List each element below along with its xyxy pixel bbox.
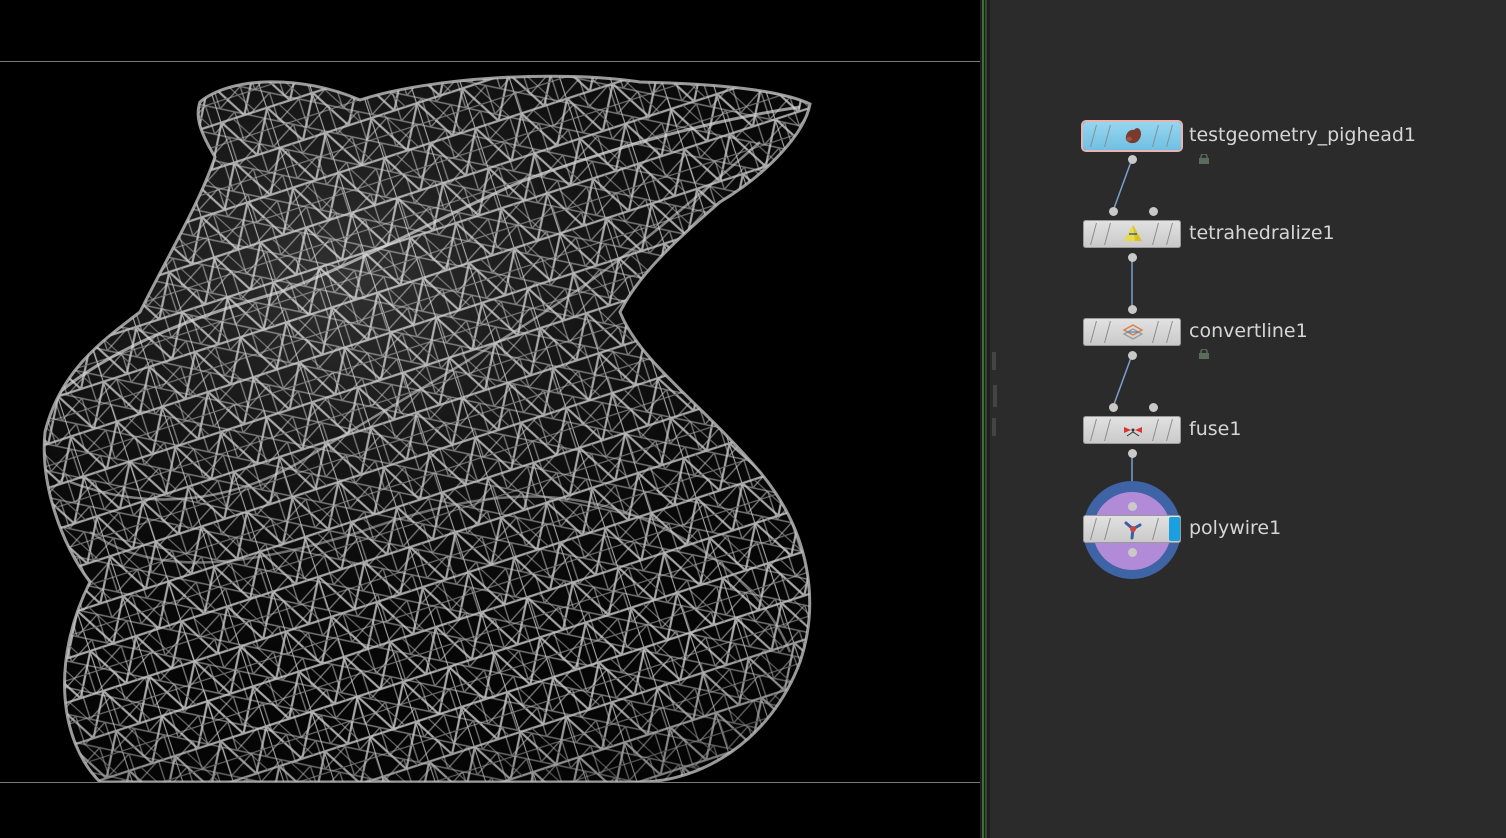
node-body[interactable] [1083, 122, 1181, 150]
pighead-icon [1125, 128, 1142, 144]
wire-1 [1112, 158, 1133, 212]
output-port[interactable] [1128, 253, 1137, 262]
lock-icon[interactable] [1198, 349, 1210, 359]
node-body[interactable] [1083, 416, 1181, 444]
output-port[interactable] [1128, 155, 1137, 164]
pane-divider[interactable] [980, 0, 990, 838]
node-body[interactable] [1083, 515, 1181, 543]
lock-icon[interactable] [1198, 154, 1210, 164]
node-label[interactable]: polywire1 [1189, 517, 1281, 539]
divider-accent-line-2 [985, 0, 987, 838]
input-port[interactable] [1109, 207, 1118, 216]
output-port[interactable] [1128, 449, 1137, 458]
convertline-icon [1122, 324, 1144, 340]
fuse-icon [1124, 427, 1142, 437]
polywire-icon [1124, 521, 1142, 540]
node-label[interactable]: convertline1 [1189, 320, 1308, 342]
output-port[interactable] [1128, 351, 1137, 360]
scene-viewport[interactable] [0, 0, 980, 838]
wire-3 [1112, 354, 1133, 408]
input-port[interactable] [1128, 502, 1137, 511]
node-body[interactable] [1083, 318, 1181, 346]
input-port-2[interactable] [1149, 207, 1158, 216]
input-port[interactable] [1128, 305, 1137, 314]
input-port-2[interactable] [1149, 403, 1158, 412]
wireframe-pighead-render[interactable] [0, 62, 980, 782]
camera-frame-bottom [0, 782, 980, 783]
output-port[interactable] [1128, 548, 1137, 557]
node-label[interactable]: fuse1 [1189, 418, 1241, 440]
tetrahedralize-icon [1124, 225, 1142, 241]
input-port[interactable] [1109, 403, 1118, 412]
node-label[interactable]: testgeometry_pighead1 [1189, 124, 1416, 146]
node-body[interactable] [1083, 220, 1181, 248]
network-editor-pane[interactable]: testgeometry_pighead1 tetrahedralize1 co… [990, 0, 1506, 838]
node-label[interactable]: tetrahedralize1 [1189, 222, 1335, 244]
display-flag[interactable] [1169, 517, 1180, 541]
divider-accent-line [982, 0, 984, 838]
